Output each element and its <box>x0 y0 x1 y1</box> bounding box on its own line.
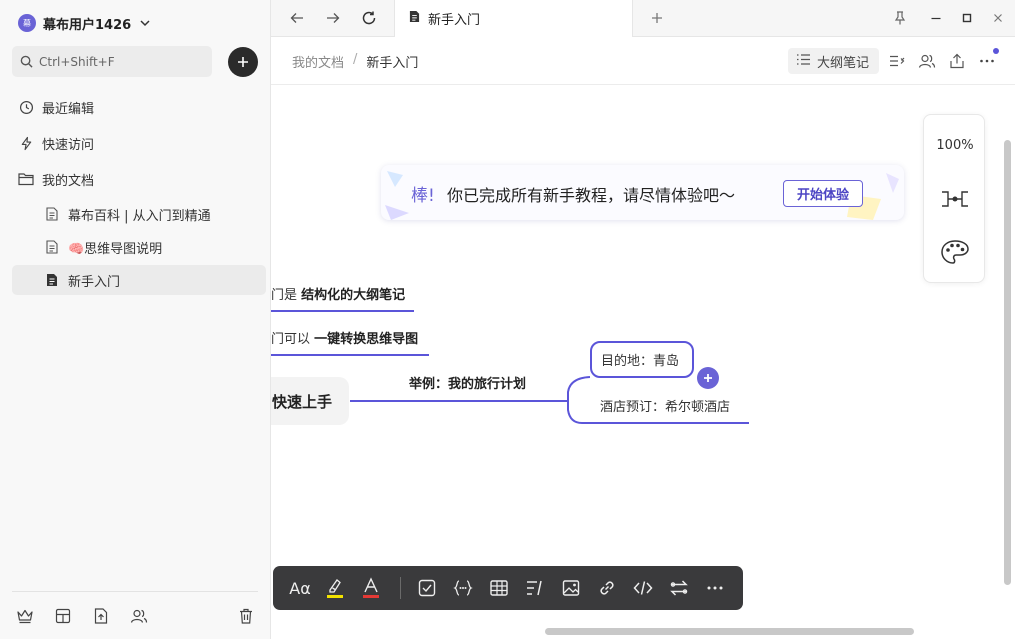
braces-icon <box>453 580 473 596</box>
mindmap-connectors <box>271 310 749 424</box>
ordered-list-button[interactable] <box>525 578 545 598</box>
table-icon <box>490 580 508 596</box>
link-button[interactable] <box>597 578 617 598</box>
mindmap-node-convert[interactable]: 门可以 一键转换思维导图 <box>271 328 418 347</box>
add-node-button[interactable] <box>697 367 719 389</box>
font-style-button[interactable]: Aα <box>287 578 313 598</box>
code-block-button[interactable] <box>453 578 473 598</box>
start-experience-button[interactable]: 开始体验 <box>783 180 863 207</box>
image-icon <box>562 580 580 596</box>
checkbox-button[interactable] <box>417 578 437 598</box>
node-bold-text: 结构化的大纲笔记 <box>301 288 406 303</box>
swap-icon <box>670 580 688 596</box>
node-text: 门可以 <box>271 332 311 347</box>
font-color-icon <box>363 577 379 598</box>
mindmap-root-node[interactable]: 快速上手 <box>271 377 349 425</box>
more-icon <box>707 586 723 590</box>
image-button[interactable] <box>561 578 581 598</box>
mindmap-node-hotel[interactable]: 酒店预订：希尔顿酒店 <box>600 396 730 415</box>
mindmap-branch-travel-plan[interactable]: 举例：我的旅行计划 <box>409 373 526 392</box>
plus-icon <box>704 374 712 382</box>
mindmap-node-destination[interactable]: 目的地：青岛 <box>590 341 694 378</box>
node-bold-text: 一键转换思维导图 <box>314 332 419 347</box>
table-button[interactable] <box>489 578 509 598</box>
vertical-scrollbar[interactable] <box>1004 140 1011 585</box>
highlighter-icon <box>327 579 343 598</box>
more-format-button[interactable] <box>705 578 725 598</box>
highlight-button[interactable] <box>325 578 345 598</box>
completion-banner: 棒! 你已完成所有新手教程，请尽情体验吧～ 开始体验 <box>381 165 904 220</box>
list-format-icon <box>527 580 542 596</box>
banner-emphasis: 棒! <box>411 186 435 206</box>
toolbar-divider <box>400 577 401 599</box>
banner-message: 你已完成所有新手教程，请尽情体验吧～ <box>447 186 736 205</box>
convert-button[interactable] <box>669 578 689 598</box>
code-icon <box>633 581 653 595</box>
font-color-button[interactable] <box>361 577 381 598</box>
link-icon <box>600 581 614 595</box>
format-toolbar: Aα <box>273 566 743 610</box>
mindmap-layout-icon[interactable] <box>939 185 971 213</box>
mindmap-node-structured-notes[interactable]: 门是 结构化的大纲笔记 <box>271 284 405 303</box>
checkbox-icon <box>418 579 436 597</box>
node-text: 门是 <box>271 288 298 303</box>
inline-code-button[interactable] <box>633 578 653 598</box>
palette-icon[interactable] <box>939 238 971 266</box>
view-controls-panel: 100% <box>923 114 985 283</box>
zoom-level[interactable]: 100% <box>924 138 986 153</box>
horizontal-scrollbar[interactable] <box>545 628 914 635</box>
